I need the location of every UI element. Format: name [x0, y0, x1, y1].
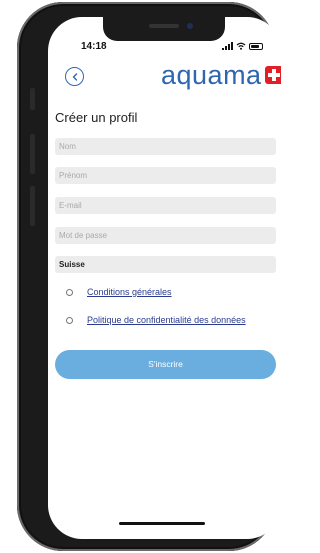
privacy-link[interactable]: Politique de confidentialité des données	[87, 315, 246, 325]
mute-switch	[30, 88, 35, 110]
first-name-field[interactable]: Prénom	[55, 167, 276, 184]
status-icons	[222, 42, 263, 50]
country-select[interactable]: Suisse	[55, 256, 276, 273]
terms-row[interactable]: Conditions générales	[66, 287, 172, 297]
terms-radio[interactable]	[66, 288, 73, 296]
logo-text: aquama	[161, 60, 262, 90]
email-field[interactable]: E-mail	[55, 197, 276, 214]
back-button[interactable]	[65, 67, 84, 86]
app-screen: 14:18 aquama Créer un profil Nom Prénom …	[48, 17, 281, 539]
battery-icon	[249, 42, 263, 50]
terms-link[interactable]: Conditions générales	[87, 287, 172, 297]
home-indicator[interactable]	[119, 522, 205, 525]
swiss-cross-icon	[264, 66, 281, 84]
phone-frame: 14:18 aquama Créer un profil Nom Prénom …	[17, 2, 281, 551]
wifi-icon	[236, 42, 246, 50]
status-time: 14:18	[81, 41, 107, 52]
front-camera	[187, 23, 193, 29]
privacy-radio[interactable]	[66, 316, 73, 324]
notch	[103, 17, 225, 41]
password-field[interactable]: Mot de passe	[55, 227, 276, 244]
speaker-grille	[149, 24, 179, 28]
chevron-left-icon	[72, 72, 77, 81]
signal-icon	[222, 42, 233, 50]
name-field[interactable]: Nom	[55, 138, 276, 155]
aquama-logo: aquama	[161, 61, 281, 89]
register-button[interactable]: S'inscrire	[55, 350, 276, 379]
privacy-row[interactable]: Politique de confidentialité des données	[66, 315, 246, 325]
volume-down-button	[30, 186, 35, 226]
volume-up-button	[30, 134, 35, 174]
page-title: Créer un profil	[55, 110, 138, 125]
